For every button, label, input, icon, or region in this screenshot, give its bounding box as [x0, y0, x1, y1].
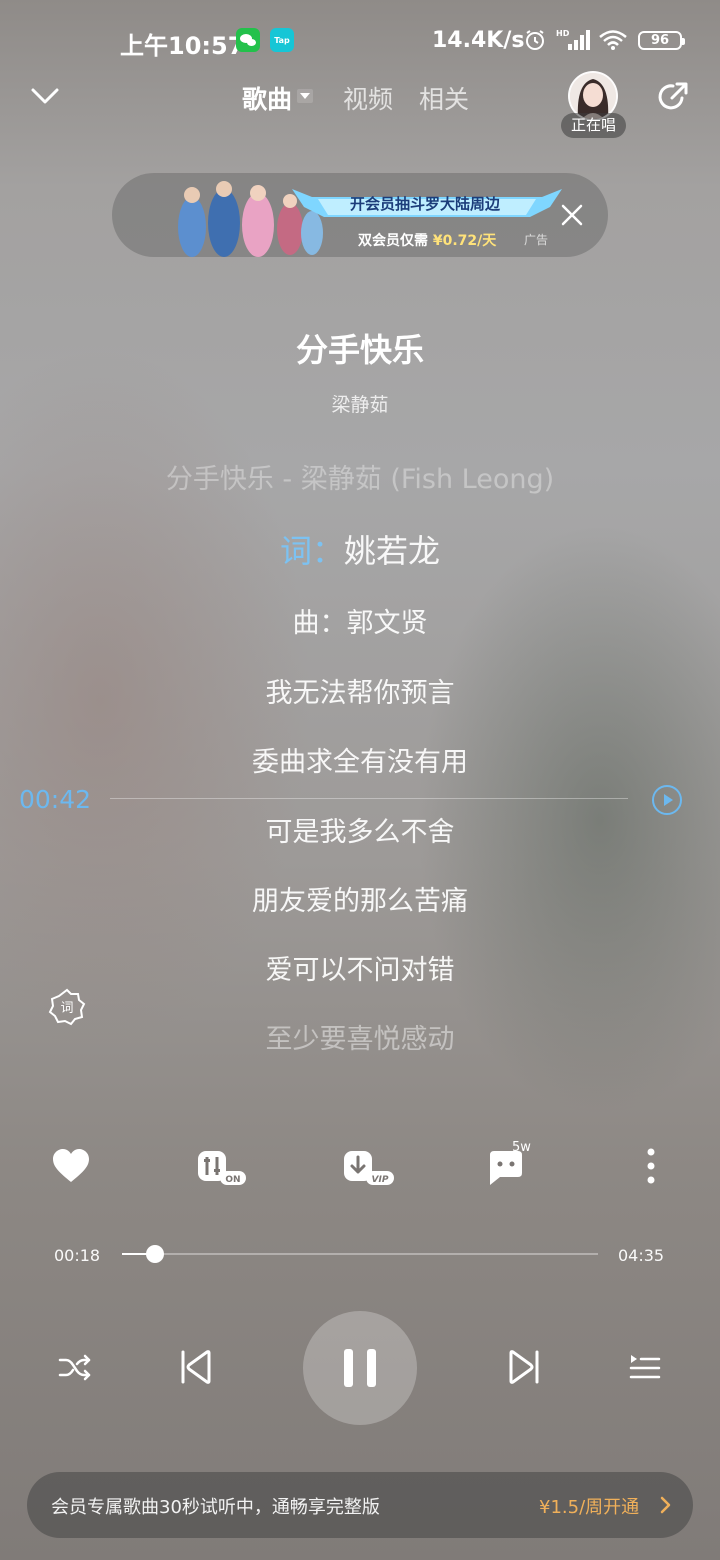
- download-icon[interactable]: VIP: [340, 1145, 396, 1187]
- lyric-line[interactable]: 我无法帮你预言: [0, 671, 720, 710]
- ad-label: 广告: [524, 233, 549, 247]
- lyricist-prefix: 词：: [279, 532, 344, 570]
- ad-banner[interactable]: 开会员抽斗罗大陆周边 双会员仅需 ¥0.72/天 广告: [112, 173, 608, 257]
- lyric-line[interactable]: 至少要喜悦感动: [0, 1017, 720, 1056]
- lyricist-name: 姚若龙: [344, 532, 441, 570]
- previous-track-icon[interactable]: [178, 1348, 214, 1386]
- svg-text:词: 词: [60, 1001, 73, 1016]
- current-time: 00:18: [54, 1246, 101, 1265]
- tab-video[interactable]: 视频: [343, 80, 393, 116]
- status-time: 上午10:57: [120, 32, 245, 60]
- next-track-icon[interactable]: [506, 1348, 542, 1386]
- svg-text:VIP: VIP: [372, 1175, 389, 1185]
- alarm-icon: [526, 30, 544, 50]
- svg-text:ON: ON: [225, 1175, 240, 1185]
- lyric-seek-time: 00:42: [19, 785, 92, 814]
- play-from-lyric-icon[interactable]: [651, 784, 683, 816]
- shuffle-icon[interactable]: [58, 1352, 92, 1382]
- battery-indicator: 96: [638, 31, 685, 50]
- lyric-line-current[interactable]: 词：姚若龙: [0, 526, 720, 572]
- tab-songs[interactable]: 歌曲: [242, 80, 292, 116]
- more-options-icon[interactable]: [630, 1145, 672, 1187]
- lyric-line[interactable]: 曲：郭文贤: [0, 601, 720, 640]
- lyric-line[interactable]: 爱可以不问对错: [0, 948, 720, 987]
- progress-knob[interactable]: [146, 1245, 164, 1263]
- share-icon[interactable]: [656, 80, 690, 114]
- ad-title: 开会员抽斗罗大陆周边: [350, 195, 501, 213]
- song-title: 分手快乐: [295, 331, 424, 369]
- progress-bar[interactable]: [122, 1245, 598, 1263]
- song-artist[interactable]: 梁静茹: [0, 390, 720, 417]
- vip-trial-text: 会员专属歌曲30秒试听中，通畅享完整版: [51, 1497, 380, 1518]
- wechat-notification-icon: [236, 28, 260, 52]
- vip-trial-bar[interactable]: 会员专属歌曲30秒试听中，通畅享完整版 ¥1.5/周开通: [27, 1472, 693, 1538]
- chevron-right-icon: [660, 1496, 671, 1514]
- chevron-down-icon[interactable]: [30, 84, 60, 108]
- tab-dropdown-icon[interactable]: [297, 89, 313, 103]
- tab-related[interactable]: 相关: [419, 80, 469, 116]
- lyric-seek-line: [110, 798, 628, 799]
- lyric-line[interactable]: 委曲求全有没有用: [0, 740, 720, 779]
- lyric-mode-icon[interactable]: 词: [48, 988, 86, 1026]
- lyric-line[interactable]: 可是我多么不舍: [0, 810, 720, 849]
- playlist-icon[interactable]: [628, 1352, 662, 1382]
- signal-icon: HD: [556, 29, 590, 50]
- pause-icon: [344, 1349, 376, 1387]
- lyric-line[interactable]: 朋友爱的那么苦痛: [0, 879, 720, 918]
- comment-count: 5w: [512, 1140, 531, 1155]
- lyric-line[interactable]: 分手快乐 - 梁静茹 (Fish Leong): [0, 457, 720, 496]
- now-singing-badge[interactable]: 正在唱: [561, 113, 626, 138]
- sound-effect-icon[interactable]: ON: [194, 1145, 250, 1187]
- heart-icon[interactable]: [50, 1145, 92, 1187]
- total-time: 04:35: [618, 1246, 665, 1265]
- network-speed: 14.4K/s: [432, 28, 525, 53]
- ad-price: ¥0.72/天: [432, 233, 497, 249]
- close-icon[interactable]: [560, 203, 584, 227]
- vip-subscribe-link[interactable]: ¥1.5/周开通: [539, 1493, 639, 1519]
- wifi-icon: [599, 30, 627, 50]
- svg-text:HD: HD: [556, 29, 570, 38]
- ad-subtitle-prefix: 双会员仅需: [358, 233, 428, 249]
- play-pause-button[interactable]: [303, 1311, 417, 1425]
- tap-notification-icon: Tap: [270, 28, 294, 52]
- ad-subtitle: 双会员仅需 ¥0.72/天: [358, 230, 496, 250]
